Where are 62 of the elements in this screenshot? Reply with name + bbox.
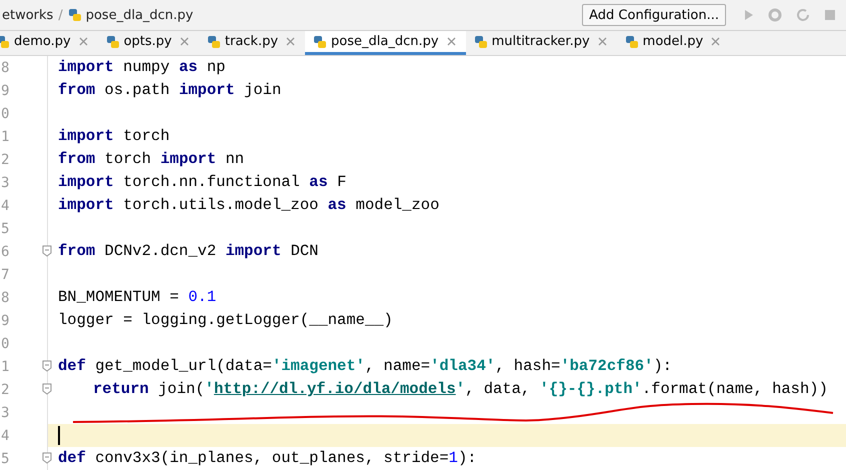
line-number: 7 (1, 266, 10, 282)
play-icon[interactable] (744, 9, 754, 21)
tab-label: model.py (642, 34, 704, 49)
line-number: 1 (1, 358, 10, 374)
code-line: import numpy as np (58, 57, 226, 78)
code-line: BN_MOMENTUM = 0.1 (58, 287, 216, 308)
refresh-icon[interactable] (796, 8, 810, 22)
line-number: 8 (1, 290, 10, 306)
line-number: 9 (1, 312, 10, 328)
line-number: 1 (1, 128, 10, 144)
fold-icon[interactable] (42, 360, 52, 372)
line-number: 0 (1, 336, 10, 352)
python-file-icon (474, 34, 488, 48)
close-icon[interactable] (78, 37, 88, 46)
code-line: from os.path import join (58, 80, 282, 101)
close-icon[interactable] (711, 37, 720, 46)
line-number: 2 (1, 382, 10, 398)
code-line: logger = logging.getLogger(__name__) (58, 310, 393, 331)
text-cursor (58, 426, 60, 445)
line-number: 6 (1, 244, 10, 260)
python-file-icon (68, 8, 82, 22)
stop-icon[interactable] (824, 9, 836, 21)
line-number: 4 (1, 428, 10, 444)
fold-icon[interactable] (42, 452, 52, 464)
close-icon[interactable] (180, 37, 189, 46)
code-line: import torch.utils.model_zoo as model_zoo (58, 195, 440, 216)
line-number: 2 (1, 152, 10, 168)
tab-label: track.py (224, 34, 278, 49)
file-tab[interactable]: pose_dla_dcn.py (305, 31, 466, 55)
fold-icon[interactable] (42, 383, 52, 395)
code-line: import torch (58, 126, 170, 147)
python-file-icon (206, 34, 221, 48)
tab-label: demo.py (14, 34, 71, 49)
python-file-icon (0, 34, 10, 48)
line-number: 8 (1, 60, 10, 76)
code-line: from torch import nn (58, 149, 244, 170)
code-line: return join('http://dl.yf.io/dla/models', data, '{}-{}.pth'.format(name, hash)) (93, 379, 828, 400)
code-line: def conv3x3(in_planes, out_planes, stride=1): (58, 448, 477, 469)
line-number: 5 (1, 450, 10, 466)
line-number: 3 (1, 404, 10, 420)
tab-label: pose_dla_dcn.py (331, 34, 439, 49)
line-number: 9 (1, 82, 10, 98)
line-number: 3 (1, 174, 10, 190)
code-line: import torch.nn.functional as F (58, 172, 346, 193)
breadcrumb-separator: / (58, 8, 63, 22)
line-number: 5 (1, 220, 10, 236)
line-number: 0 (1, 106, 10, 122)
breadcrumb-item[interactable]: pose_dla_dcn.py (86, 8, 194, 22)
run-configuration-button[interactable]: Add Configuration... (582, 4, 726, 26)
python-file-icon (106, 34, 120, 48)
breadcrumb-item[interactable]: etworks (2, 8, 54, 22)
tab-label: opts.py (124, 34, 172, 49)
fold-icon[interactable] (42, 245, 52, 257)
tab-label: multitracker.py (492, 34, 590, 49)
close-icon[interactable] (446, 37, 456, 46)
close-icon[interactable] (286, 37, 296, 46)
close-icon[interactable] (598, 37, 607, 46)
code-line: def get_model_url(data='imagenet', name='dla34', hash='ba72cf86'): (58, 356, 672, 377)
python-file-icon (624, 34, 639, 48)
code-line: from DCNv2.dcn_v2 import DCN (58, 241, 318, 262)
line-number: 4 (1, 198, 10, 214)
python-file-icon (313, 34, 328, 48)
